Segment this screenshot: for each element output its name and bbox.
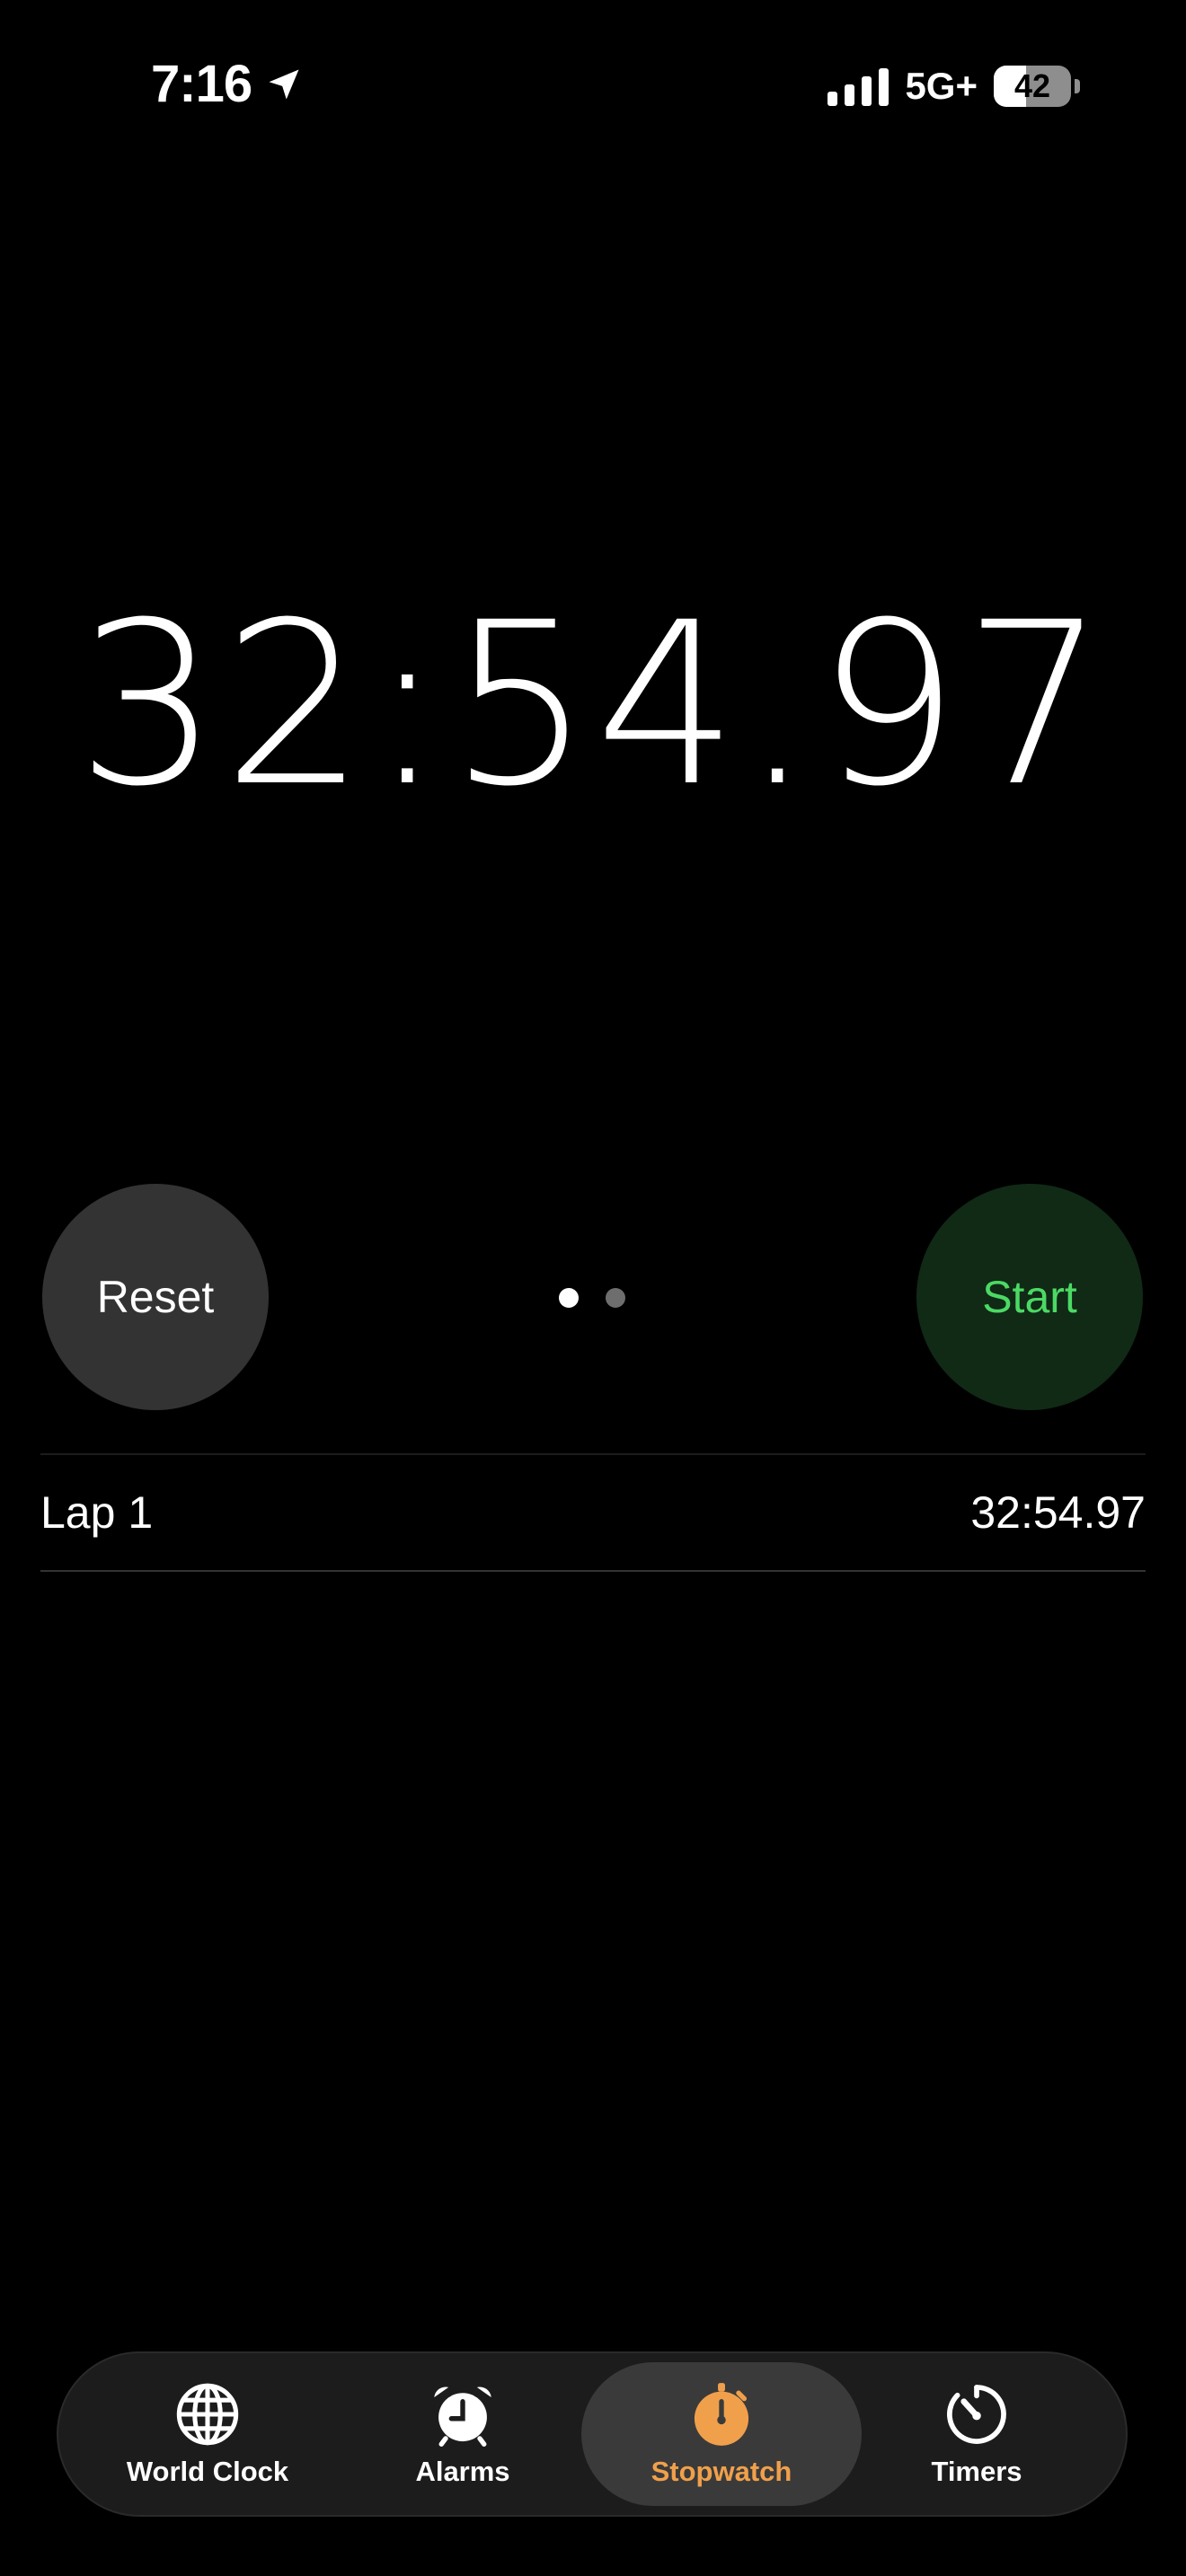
- battery-level: 42: [1013, 67, 1051, 104]
- tab-world-clock[interactable]: World Clock: [67, 2362, 348, 2506]
- network-type: 5G+: [905, 65, 978, 107]
- timer-icon: [947, 2385, 1006, 2444]
- tab-timers[interactable]: Timers: [836, 2362, 1117, 2506]
- battery-icon: 42: [994, 66, 1071, 107]
- divider: [40, 1570, 1146, 1572]
- globe-icon: [176, 2383, 239, 2446]
- tab-stopwatch[interactable]: Stopwatch: [581, 2362, 862, 2506]
- stopwatch-display: 32:54.97: [75, 574, 1111, 835]
- location-arrow-icon: [269, 69, 299, 99]
- status-indicators: 5G+ 42: [828, 65, 1080, 108]
- alarm-clock-icon: [434, 2386, 491, 2447]
- start-button-label: Start: [982, 1272, 1077, 1322]
- cellular-signal-icon: [828, 66, 890, 106]
- page-indicator[interactable]: [559, 1288, 625, 1308]
- start-button[interactable]: Start: [916, 1184, 1143, 1410]
- tab-stopwatch-label: Stopwatch: [651, 2456, 792, 2487]
- status-time-label: 7:16: [151, 55, 252, 113]
- status-time: 7:16: [151, 54, 304, 114]
- lap-label: Lap 1: [40, 1487, 154, 1538]
- status-bar: 7:16 5G+ 42: [0, 0, 1186, 171]
- battery-cap: [1075, 79, 1080, 93]
- reset-button[interactable]: Reset: [42, 1184, 269, 1410]
- tab-bar: World Clock Alarms Stopwatch Timers: [57, 2351, 1128, 2517]
- tab-alarms[interactable]: Alarms: [323, 2362, 603, 2506]
- page-dot-2[interactable]: [606, 1288, 625, 1308]
- tab-alarms-label: Alarms: [415, 2456, 510, 2487]
- tab-timers-label: Timers: [931, 2456, 1022, 2487]
- lap-time: 32:54.97: [970, 1487, 1146, 1538]
- lap-row: Lap 1 32:54.97: [40, 1455, 1146, 1570]
- stopwatch-icon: [694, 2383, 749, 2446]
- lap-list: Lap 1 32:54.97: [40, 1453, 1146, 1572]
- reset-button-label: Reset: [96, 1272, 215, 1322]
- page-dot-1[interactable]: [559, 1288, 579, 1308]
- tab-world-clock-label: World Clock: [126, 2456, 289, 2487]
